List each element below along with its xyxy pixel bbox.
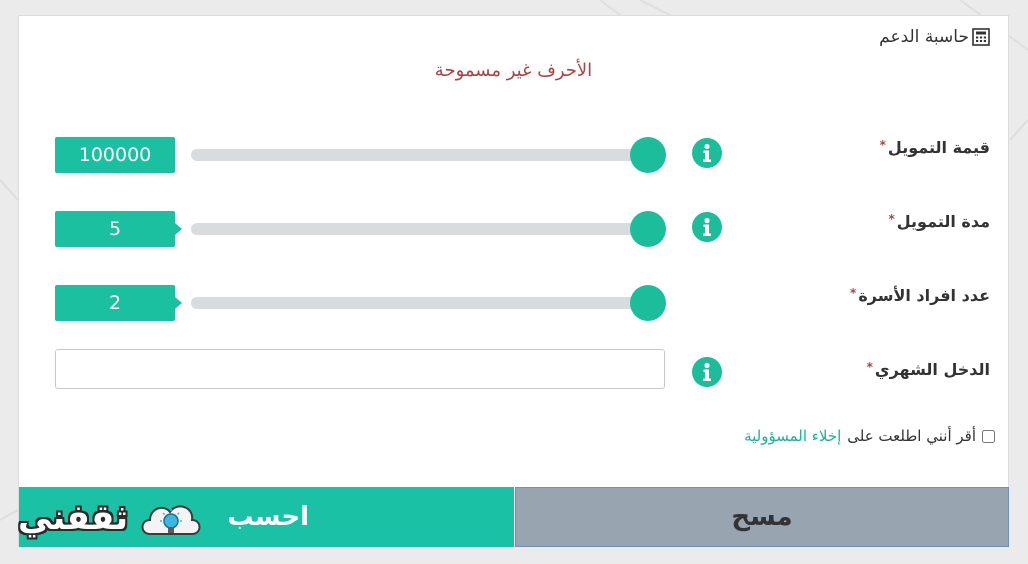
monthly-income-label-text: الدخل الشهري xyxy=(874,360,990,379)
financing-amount-slider-track[interactable] xyxy=(191,149,665,161)
disclaimer-checkbox[interactable] xyxy=(982,429,995,443)
site-logo: ثقفني xyxy=(18,498,128,538)
info-icon[interactable] xyxy=(692,357,722,387)
financing-duration-slider-handle[interactable] xyxy=(630,211,666,247)
calculator-icon xyxy=(972,28,990,46)
lightbulb-cloud-icon xyxy=(141,505,201,535)
financing-duration-label-text: مدة التمويل xyxy=(896,212,990,231)
required-mark: * xyxy=(879,138,886,152)
info-icon[interactable] xyxy=(692,212,722,242)
card-title: حاسبة الدعم xyxy=(879,27,990,47)
family-members-value: 2 xyxy=(55,285,182,321)
family-members-label-text: عدد افراد الأسرة xyxy=(858,286,990,305)
financing-duration-value: 5 xyxy=(55,211,182,247)
family-members-slider-handle[interactable] xyxy=(630,285,666,321)
validation-warning: الأحرف غير مسموحة xyxy=(434,60,593,81)
info-icon[interactable] xyxy=(692,138,722,168)
consent-text: أقر أنني اطلعت على xyxy=(847,427,976,445)
financing-amount-slider-handle[interactable] xyxy=(630,137,666,173)
disclaimer-link[interactable]: إخلاء المسؤولية xyxy=(744,427,841,445)
financing-amount-label: قيمة التمويل* xyxy=(880,138,990,157)
clear-button[interactable]: مسح xyxy=(515,487,1009,547)
card-title-text: حاسبة الدعم xyxy=(879,27,969,47)
financing-duration-slider-track[interactable] xyxy=(191,223,665,235)
support-calculator-card: حاسبة الدعم الأحرف غير مسموحة قيمة التمو… xyxy=(18,15,1009,547)
disclaimer-consent: أقر أنني اطلعت على إخلاء المسؤولية xyxy=(744,427,995,445)
monthly-income-label: الدخل الشهري* xyxy=(867,360,990,379)
required-mark: * xyxy=(888,212,895,226)
required-mark: * xyxy=(866,360,873,374)
family-members-label: عدد افراد الأسرة* xyxy=(850,286,990,305)
required-mark: * xyxy=(850,286,857,300)
financing-duration-label: مدة التمويل* xyxy=(888,212,990,231)
family-members-slider-track[interactable] xyxy=(191,297,665,309)
financing-amount-label-text: قيمة التمويل xyxy=(887,138,990,157)
financing-amount-value: 100000 xyxy=(55,137,175,173)
monthly-income-input[interactable] xyxy=(55,349,665,389)
